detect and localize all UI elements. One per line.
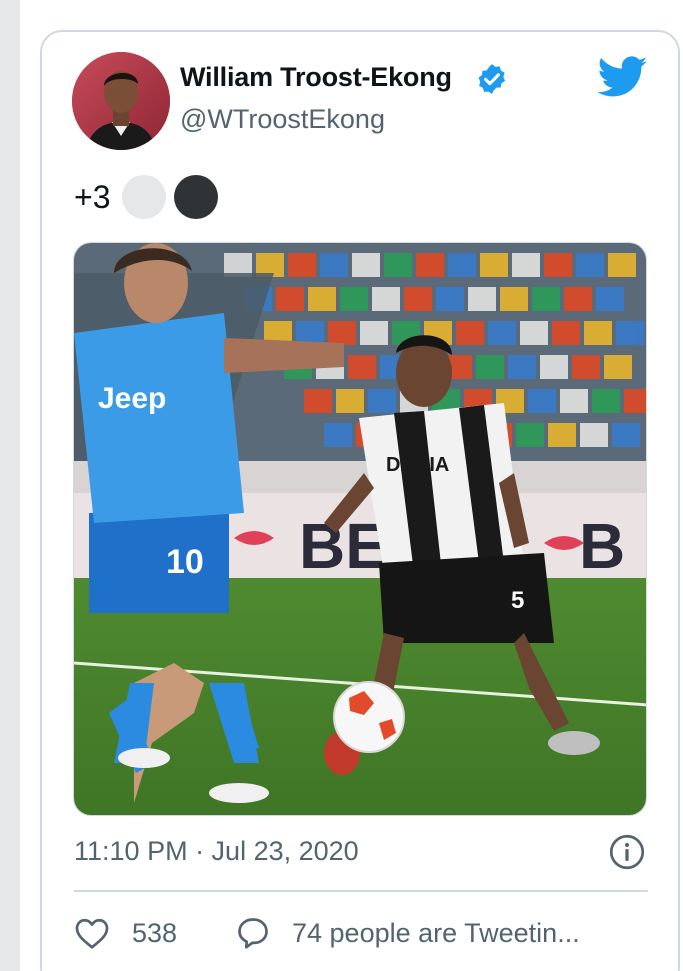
white-circle-emoji bbox=[122, 175, 167, 219]
avatar[interactable] bbox=[72, 52, 170, 150]
info-icon[interactable] bbox=[609, 834, 645, 870]
twitter-bird-icon[interactable] bbox=[598, 56, 648, 98]
divider bbox=[74, 890, 648, 892]
black-circle-emoji bbox=[174, 175, 219, 219]
author-handle[interactable]: @WTroostEkong bbox=[180, 104, 385, 135]
right-jersey-sponsor: DACIA bbox=[386, 454, 449, 476]
like-count[interactable]: 538 bbox=[132, 918, 177, 949]
football-match-image: BE B Jeep 10 DACIA 5 bbox=[74, 243, 646, 815]
tweet-timestamp[interactable]: 11:10 PM · Jul 23, 2020 bbox=[74, 836, 359, 867]
right-shorts-number: 5 bbox=[511, 587, 524, 614]
author-name[interactable]: William Troost-Ekong bbox=[180, 62, 452, 93]
verified-badge-icon bbox=[478, 64, 506, 94]
svg-text:B: B bbox=[579, 510, 625, 582]
speech-bubble-icon[interactable] bbox=[234, 915, 272, 951]
left-shorts-number: 10 bbox=[166, 543, 204, 581]
tweet-text-content: +3 bbox=[74, 178, 111, 215]
heart-icon[interactable] bbox=[74, 916, 110, 950]
tweet-photo[interactable]: BE B Jeep 10 DACIA 5 bbox=[73, 242, 647, 816]
left-jersey-sponsor: Jeep bbox=[98, 382, 166, 415]
avatar-photo bbox=[72, 52, 170, 150]
tweet-text: +3 bbox=[74, 175, 226, 219]
left-gutter bbox=[0, 0, 20, 971]
people-tweeting-link[interactable]: 74 people are Tweetin... bbox=[292, 918, 580, 949]
